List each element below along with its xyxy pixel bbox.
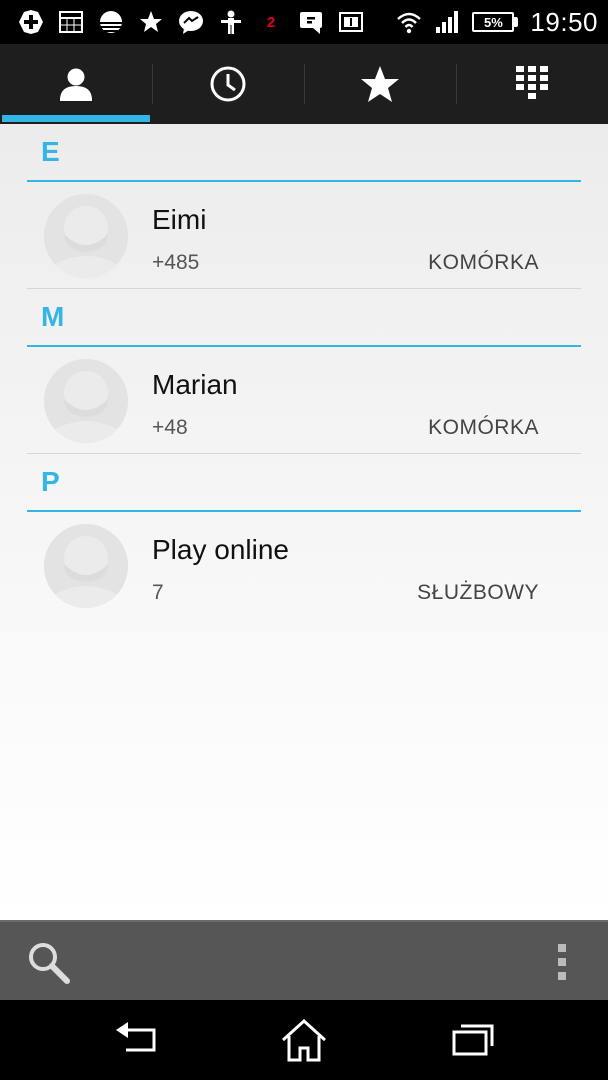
search-button[interactable] — [26, 940, 72, 986]
screen: 2 5% 19:50 E Eimi +485 KOMÓRKA M Marian … — [0, 0, 608, 1080]
contact-number-type: KOMÓRKA — [428, 416, 539, 439]
add-icon — [18, 9, 44, 35]
section-letter: E — [41, 136, 60, 167]
tab-contacts[interactable] — [0, 44, 152, 124]
battery-level: 5% — [472, 12, 515, 32]
messenger-icon — [178, 9, 204, 35]
search-icon — [29, 943, 70, 984]
avatar — [44, 194, 128, 278]
sms-icon — [298, 9, 324, 35]
battery-icon: 5% — [472, 11, 519, 33]
star-icon — [361, 66, 399, 102]
back-button[interactable] — [112, 1018, 162, 1064]
contact-row-play-online[interactable]: Play online 7 SŁUŻBOWY — [27, 512, 581, 619]
contact-number-type: KOMÓRKA — [428, 251, 539, 274]
avatar — [44, 524, 128, 608]
signal-icon — [434, 9, 460, 35]
contact-number: +48 — [152, 416, 188, 439]
contact-number: 7 — [152, 581, 164, 604]
calendar-icon — [58, 9, 84, 35]
contact-number-type: SŁUŻBOWY — [417, 581, 539, 604]
clock-icon — [210, 66, 246, 102]
section-header-m: M — [27, 289, 581, 347]
status-bar-notifications: 2 — [18, 9, 364, 35]
contact-row-eimi[interactable]: Eimi +485 KOMÓRKA — [27, 182, 581, 289]
home-button[interactable] — [279, 1018, 329, 1064]
sports-icon — [218, 9, 244, 35]
section-header-e: E — [27, 124, 581, 182]
bottom-action-bar — [0, 920, 608, 1000]
news-icon — [338, 9, 364, 35]
section-letter: P — [41, 466, 60, 497]
back-icon — [116, 1022, 156, 1052]
contacts-icon — [60, 68, 92, 101]
clock-time: 19:50 — [530, 6, 598, 37]
recents-icon — [452, 1024, 494, 1056]
notification-count-icon: 2 — [266, 13, 276, 31]
default-avatar-icon — [44, 194, 128, 278]
contact-list: E Eimi +485 KOMÓRKA M Marian +48 KOMÓRKA… — [0, 124, 608, 920]
contact-number: +485 — [152, 251, 200, 274]
navigation-bar — [0, 1000, 608, 1080]
tab-bar — [0, 44, 608, 124]
contact-name: Play online — [152, 534, 289, 565]
default-avatar-icon — [44, 359, 128, 443]
contact-name: Eimi — [152, 204, 207, 235]
tab-favorites[interactable] — [304, 44, 456, 124]
star-icon — [138, 9, 164, 35]
wifi-icon — [396, 9, 422, 35]
contact-name: Marian — [152, 369, 238, 400]
status-bar: 2 5% 19:50 — [0, 0, 608, 44]
contact-row-marian[interactable]: Marian +48 KOMÓRKA — [27, 347, 581, 454]
avatar — [44, 359, 128, 443]
section-header-p: P — [27, 454, 581, 512]
dialpad-icon — [516, 66, 548, 99]
tab-dialpad[interactable] — [456, 44, 608, 124]
overflow-menu-icon — [558, 944, 566, 980]
default-avatar-icon — [44, 524, 128, 608]
sunset-icon — [98, 9, 124, 35]
overflow-menu-button[interactable] — [552, 940, 572, 984]
tab-recent[interactable] — [152, 44, 304, 124]
home-icon — [281, 1018, 327, 1062]
recent-apps-button[interactable] — [448, 1018, 498, 1064]
section-letter: M — [41, 301, 65, 332]
status-bar-system: 5% 19:50 — [396, 7, 598, 38]
